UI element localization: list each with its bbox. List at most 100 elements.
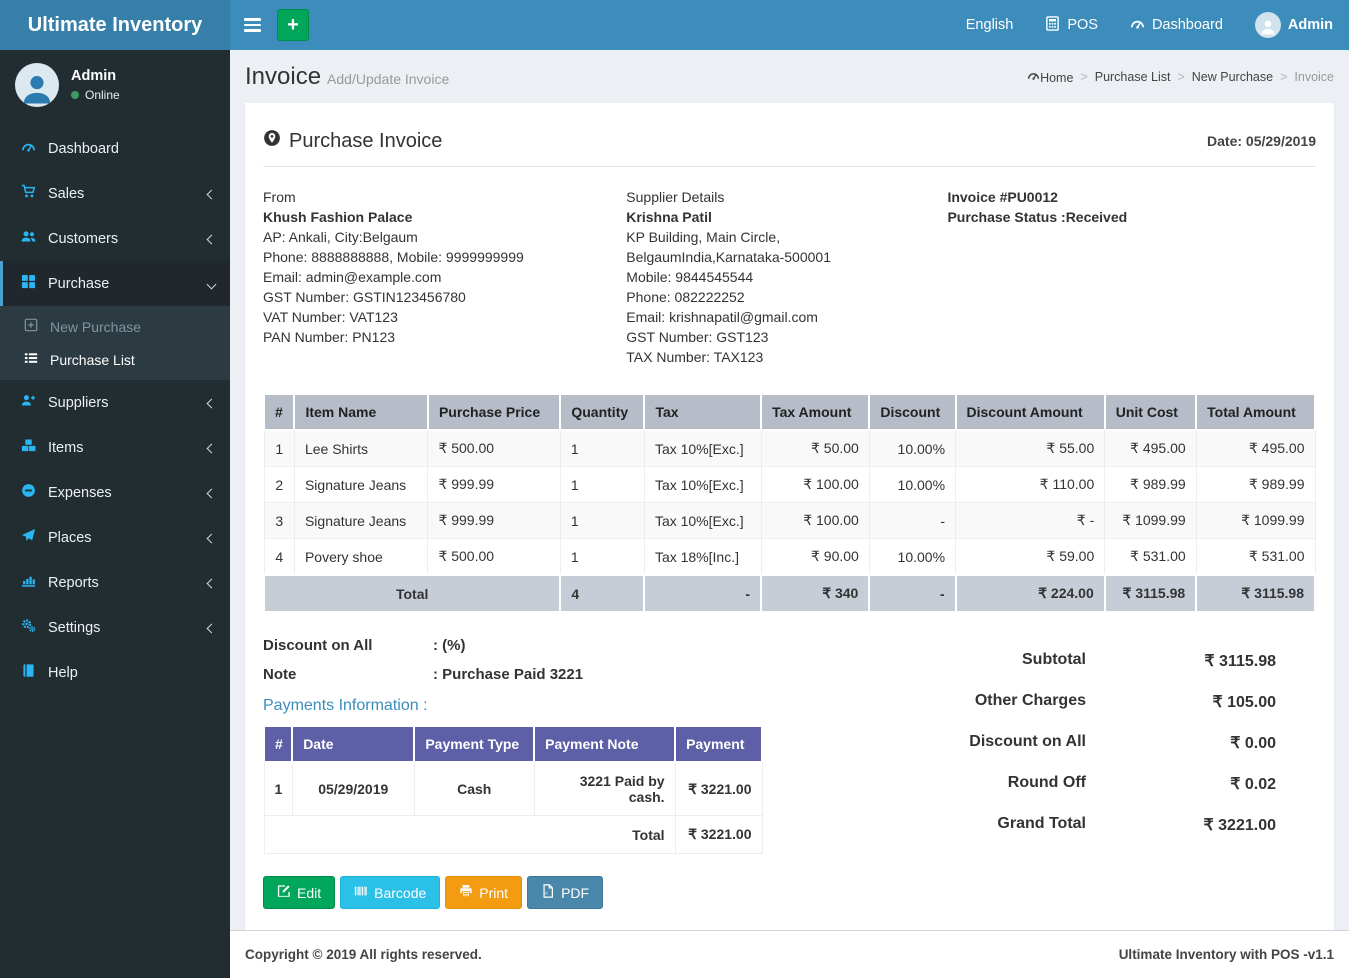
lower-section: Discount on All : (%) Note : Purchase Pa… bbox=[262, 637, 1316, 856]
app-root: Ultimate Inventory + English POS Dashboa… bbox=[0, 0, 1349, 978]
quick-add-button[interactable]: + bbox=[277, 9, 309, 41]
sidebar-item-suppliers[interactable]: Suppliers bbox=[0, 380, 230, 425]
home-icon bbox=[1027, 71, 1040, 85]
sidebar-item-help[interactable]: Help bbox=[0, 650, 230, 695]
edit-button[interactable]: Edit bbox=[263, 876, 336, 909]
items-total-row: Total 4- ₹ 340- ₹ 224.00 ₹ 3115.98 ₹ 3115.98 bbox=[262, 574, 1316, 613]
payments-heading: Payments Information : bbox=[263, 697, 428, 714]
from-block: From Khush Fashion Palace AP: Ankali, Ci… bbox=[263, 187, 626, 367]
col-discount: Discount bbox=[868, 393, 957, 431]
dashboard-icon bbox=[1130, 16, 1145, 35]
item-row: 1 Lee Shirts ₹ 500.00 1 Tax 10%[Exc.] ₹ 50.00… bbox=[263, 429, 1316, 467]
tachometer-icon bbox=[18, 139, 38, 158]
print-button[interactable]: Print bbox=[445, 876, 523, 909]
brand-title: Ultimate Inventory bbox=[27, 13, 203, 36]
totals-summary: Subtotal ₹ 3115.98 Other Charges ₹ 105.00 Di… bbox=[863, 637, 1316, 856]
breadcrumb-purchase-list[interactable]: Purchase List bbox=[1095, 70, 1171, 84]
supplier-line: GST Number: GST123 bbox=[626, 329, 769, 345]
navbar-right: English POS Dashboard Admin bbox=[950, 0, 1349, 50]
nav-pos[interactable]: POS bbox=[1029, 0, 1114, 50]
breadcrumb-home[interactable]: Home bbox=[1027, 69, 1073, 85]
users-icon bbox=[18, 229, 38, 248]
pay-col-payment: Payment bbox=[674, 725, 763, 763]
print-icon bbox=[459, 884, 473, 901]
summary-grand-total: Grand Total ₹ 3221.00 bbox=[997, 815, 1276, 834]
cubes-icon bbox=[18, 438, 38, 457]
gears-icon bbox=[18, 618, 38, 637]
sidebar-menu: Dashboard Sales Customers Purchase New Purch… bbox=[0, 126, 230, 695]
barcode-icon bbox=[354, 884, 368, 901]
chevron-left-icon bbox=[206, 231, 217, 247]
pay-col-payment-type: Payment Type bbox=[413, 725, 536, 763]
invoice-number: Invoice #PU0012 bbox=[947, 189, 1058, 205]
sidebar-item-purchase[interactable]: Purchase bbox=[0, 261, 230, 306]
sidebar-item-settings[interactable]: Settings bbox=[0, 605, 230, 650]
sidebar-item-purchase-list[interactable]: Purchase List bbox=[0, 343, 230, 376]
sidebar-item-expenses[interactable]: Expenses bbox=[0, 470, 230, 515]
item-row: 3 Signature Jeans ₹ 999.99 1 Tax 10%[Exc.] ₹ … bbox=[263, 502, 1316, 539]
content: Invoice Add/Update Invoice Home > Purchase … bbox=[230, 50, 1349, 930]
page-subtitle: Add/Update Invoice bbox=[327, 71, 450, 87]
breadcrumb-invoice: Invoice bbox=[1294, 70, 1334, 84]
chevron-left-icon bbox=[206, 186, 217, 202]
top-bar: Ultimate Inventory + English POS Dashboa… bbox=[0, 0, 1349, 50]
pay-col-num: # bbox=[262, 725, 294, 763]
discount-on-all-row: Discount on All : (%) bbox=[263, 637, 466, 654]
breadcrumb-new-purchase[interactable]: New Purchase bbox=[1192, 70, 1273, 84]
user-plus-icon bbox=[18, 393, 38, 412]
chevron-left-icon bbox=[206, 395, 217, 411]
note-row: Note : Purchase Paid 3221 bbox=[263, 666, 584, 683]
col-discount-amount: Discount Amount bbox=[954, 393, 1106, 431]
pay-col-date: Date bbox=[291, 725, 416, 763]
nav-language[interactable]: English bbox=[950, 0, 1030, 50]
chevron-left-icon bbox=[206, 620, 217, 636]
from-line: Phone: 8888888888, Mobile: 9999999999 bbox=[263, 249, 524, 265]
chevron-left-icon bbox=[206, 575, 217, 591]
pdf-button[interactable]: A PDF bbox=[527, 876, 604, 909]
summary-other-charges: Other Charges ₹ 105.00 bbox=[974, 692, 1276, 711]
sidebar-item-places[interactable]: Places bbox=[0, 515, 230, 560]
payments-total-row: Total ₹ 3221.00 bbox=[263, 815, 763, 854]
barcode-button[interactable]: Barcode bbox=[340, 876, 441, 909]
from-line: AP: Ankali, City:Belgaum bbox=[263, 229, 418, 245]
globe-marker-icon bbox=[263, 129, 281, 153]
summary-round-off: Round Off ₹ 0.02 bbox=[1007, 774, 1276, 793]
pay-col-payment-note: Payment Note bbox=[533, 725, 677, 763]
col-unit-cost: Unit Cost bbox=[1103, 393, 1198, 431]
plus-square-icon bbox=[22, 318, 40, 335]
nav-user[interactable]: Admin bbox=[1239, 0, 1349, 50]
item-row: 2 Signature Jeans ₹ 999.99 1 Tax 10%[Exc.] ₹ … bbox=[263, 466, 1316, 503]
calculator-icon bbox=[1045, 15, 1060, 35]
copyright-text: Copyright © 2019 All rights reserved. bbox=[245, 947, 482, 962]
sidebar-item-dashboard[interactable]: Dashboard bbox=[0, 126, 230, 171]
sidebar-user-status: Online bbox=[85, 88, 120, 102]
chevron-down-icon bbox=[206, 276, 217, 292]
sidebar-item-customers[interactable]: Customers bbox=[0, 216, 230, 261]
supplier-name: Krishna Patil bbox=[626, 209, 712, 225]
sidebar-item-new-purchase[interactable]: New Purchase bbox=[0, 310, 230, 343]
grid-icon bbox=[18, 274, 38, 293]
supplier-block: Supplier Details Krishna Patil KP Buildi… bbox=[626, 187, 947, 367]
sidebar-toggle-icon[interactable] bbox=[230, 0, 275, 50]
supplier-line: TAX Number: TAX123 bbox=[626, 349, 764, 365]
user-avatar-icon bbox=[1254, 12, 1281, 38]
sidebar-item-reports[interactable]: Reports bbox=[0, 560, 230, 605]
from-line: Email: admin@example.com bbox=[263, 269, 442, 285]
from-line: VAT Number: VAT123 bbox=[263, 309, 398, 325]
brand-logo[interactable]: Ultimate Inventory bbox=[0, 0, 230, 50]
col-quantity: Quantity bbox=[559, 393, 646, 431]
col-tax-amount: Tax Amount bbox=[760, 393, 871, 431]
purchase-status: Purchase Status :Received bbox=[947, 209, 1128, 225]
nav-dashboard[interactable]: Dashboard bbox=[1114, 0, 1239, 50]
sidebar-item-items[interactable]: Items bbox=[0, 425, 230, 470]
minus-circle-icon bbox=[18, 483, 38, 502]
invoice-date: Date: 05/29/2019 bbox=[1207, 133, 1316, 149]
sidebar-item-sales[interactable]: Sales bbox=[0, 171, 230, 216]
summary-discount-on-all: Discount on All ₹ 0.00 bbox=[969, 733, 1276, 752]
card-header: Purchase Invoice Date: 05/29/2019 bbox=[263, 121, 1316, 153]
invoice-card: Purchase Invoice Date: 05/29/2019 From K… bbox=[245, 103, 1334, 930]
sidebar-user-name: Admin bbox=[71, 68, 117, 84]
navbar: + English POS Dashboard Admin bbox=[230, 0, 1349, 50]
cart-icon bbox=[18, 184, 38, 203]
item-row: 4 Povery shoe ₹ 500.00 1 Tax 18%[Inc.] ₹ 90.0… bbox=[263, 538, 1316, 576]
